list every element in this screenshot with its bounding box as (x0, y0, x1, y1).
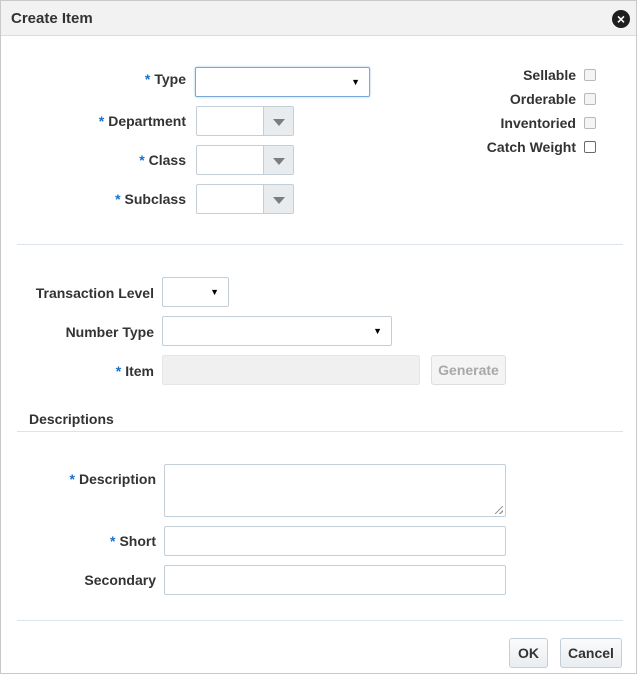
class-combobox[interactable] (196, 145, 294, 175)
subclass-combobox[interactable] (196, 184, 294, 214)
cancel-button[interactable]: Cancel (560, 638, 622, 668)
type-label: Type (154, 71, 186, 87)
type-select[interactable]: ▼ (195, 67, 370, 97)
required-marker: * (69, 471, 75, 487)
short-input[interactable] (164, 526, 506, 556)
descriptions-divider (17, 431, 623, 432)
chevron-down-icon (273, 119, 285, 126)
section-divider (17, 244, 623, 245)
department-combobox[interactable] (196, 106, 294, 136)
department-dropdown-button[interactable] (263, 107, 293, 135)
secondary-input[interactable] (164, 565, 506, 595)
required-marker: * (109, 533, 116, 549)
caret-down-icon: ▼ (373, 326, 382, 336)
resize-handle-icon[interactable] (495, 506, 503, 514)
type-label-row: * Type (145, 71, 186, 87)
short-label-row: * Short (110, 533, 156, 549)
catch-weight-checkbox[interactable] (584, 141, 596, 153)
inventoried-checkbox[interactable] (584, 117, 596, 129)
caret-down-icon: ▼ (351, 77, 360, 87)
required-marker: * (144, 71, 151, 87)
transaction-level-select[interactable]: ▼ (162, 277, 229, 307)
chevron-down-icon (273, 197, 285, 204)
ok-button[interactable]: OK (509, 638, 548, 668)
orderable-checkbox[interactable] (584, 93, 596, 105)
caret-down-icon: ▼ (210, 287, 219, 297)
generate-button[interactable]: Generate (431, 355, 506, 385)
chevron-down-icon (273, 158, 285, 165)
required-marker: * (139, 152, 145, 168)
department-label-row: * Department (99, 113, 186, 129)
required-marker: * (98, 113, 105, 129)
number-type-select[interactable]: ▼ (162, 316, 392, 346)
class-label: Class (148, 152, 186, 168)
short-label: Short (119, 533, 156, 549)
create-item-dialog: Create Item × * Type ▼ * Department * Class… (0, 0, 637, 674)
required-marker: * (115, 363, 122, 379)
description-label: Description (78, 471, 156, 487)
description-textarea[interactable] (164, 464, 506, 517)
class-dropdown-button[interactable] (263, 146, 293, 174)
description-label-row: * Description (70, 471, 156, 487)
subclass-dropdown-button[interactable] (263, 185, 293, 213)
item-label-row: * Item (116, 363, 154, 379)
footer-divider (17, 620, 623, 621)
sellable-label: Sellable (523, 67, 576, 83)
close-icon[interactable]: × (612, 10, 630, 28)
sellable-checkbox[interactable] (584, 69, 596, 81)
class-label-row: * Class (139, 152, 186, 168)
subclass-label-row: * Subclass (115, 191, 186, 207)
dialog-title: Create Item (11, 10, 93, 27)
subclass-label: Subclass (124, 191, 186, 207)
item-label: Item (125, 363, 154, 379)
item-input[interactable] (162, 355, 420, 385)
required-marker: * (115, 191, 121, 207)
number-type-label: Number Type (65, 324, 154, 340)
catch-weight-label: Catch Weight (486, 139, 576, 155)
descriptions-section-title: Descriptions (29, 411, 114, 427)
dialog-titlebar: Create Item × (1, 1, 636, 36)
secondary-label: Secondary (84, 572, 156, 588)
inventoried-label: Inventoried (500, 115, 576, 131)
transaction-level-label: Transaction Level (35, 285, 154, 301)
department-label: Department (108, 113, 186, 129)
orderable-label: Orderable (509, 91, 576, 107)
